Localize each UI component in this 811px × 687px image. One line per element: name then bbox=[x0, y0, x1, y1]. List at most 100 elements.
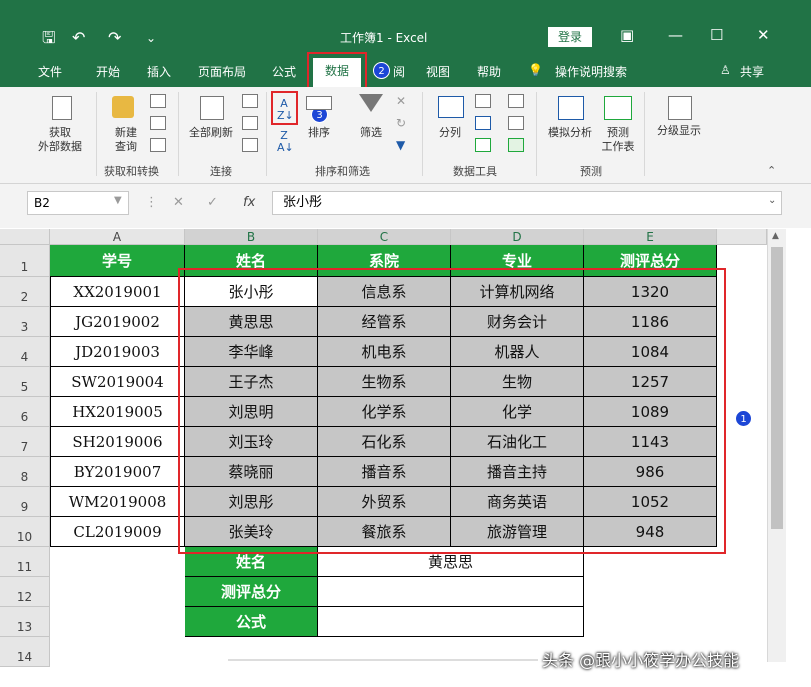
collapse-ribbon-icon[interactable]: ⌃ bbox=[767, 164, 776, 177]
cell-student-id[interactable]: CL2019009 bbox=[50, 517, 185, 547]
tell-me-search[interactable]: 操作说明搜索 bbox=[555, 63, 627, 80]
restore-button[interactable]: ☐ bbox=[710, 26, 723, 44]
tab-file[interactable]: 文件 bbox=[38, 63, 62, 80]
column-header-a[interactable]: A bbox=[50, 229, 185, 245]
new-query-button[interactable]: 新建 查询 bbox=[104, 126, 148, 154]
row-header-11[interactable]: 11 bbox=[0, 547, 50, 577]
row-header-7[interactable]: 7 bbox=[0, 427, 50, 457]
row-header-1[interactable]: 1 bbox=[0, 245, 50, 277]
vertical-scrollbar[interactable]: ▲ bbox=[767, 229, 786, 662]
lookup-value-cell[interactable] bbox=[318, 577, 584, 607]
row-header-3[interactable]: 3 bbox=[0, 307, 50, 337]
row-number: 7 bbox=[20, 440, 29, 454]
header-cell-student-id[interactable]: 学号 bbox=[50, 245, 185, 277]
advanced-filter-icon[interactable]: ▼ bbox=[396, 138, 405, 152]
cell-student-id[interactable]: JD2019003 bbox=[50, 337, 185, 367]
cell-student-id[interactable]: SH2019006 bbox=[50, 427, 185, 457]
title-bar: 🖫 ↶ ↷ ⌄ 工作簿1 - Excel 登录 ▣ — ☐ ✕ bbox=[0, 0, 811, 54]
reapply-filter-icon[interactable]: ↻ bbox=[396, 116, 406, 130]
cell-student-id[interactable]: WM2019008 bbox=[50, 487, 185, 517]
column-header-f[interactable] bbox=[717, 229, 767, 245]
cell-student-id[interactable]: HX2019005 bbox=[50, 397, 185, 427]
row-number: 13 bbox=[16, 620, 33, 634]
consolidate-icon[interactable] bbox=[508, 94, 524, 108]
formula-input[interactable]: 张小彤 bbox=[272, 191, 782, 215]
row-header-4[interactable]: 4 bbox=[0, 337, 50, 367]
customize-quick-access-icon[interactable]: ⌄ bbox=[146, 28, 156, 48]
tab-home[interactable]: 开始 bbox=[96, 63, 120, 80]
lookup-value-cell[interactable] bbox=[318, 607, 584, 637]
watermark: 头条 @跟小小筱学办公技能 bbox=[542, 651, 740, 670]
insert-function-icon[interactable]: fx bbox=[243, 195, 255, 210]
scroll-thumb[interactable] bbox=[771, 247, 783, 529]
connections-icon[interactable] bbox=[242, 94, 258, 108]
forecast-sheet-button[interactable]: 预测 工作表 bbox=[598, 126, 638, 154]
get-external-data-icon bbox=[52, 96, 72, 120]
flash-fill-icon[interactable] bbox=[475, 94, 491, 108]
column-header-c[interactable]: C bbox=[318, 229, 451, 245]
row-header-12[interactable]: 12 bbox=[0, 577, 50, 607]
ribbon-display-options-icon[interactable]: ▣ bbox=[620, 26, 634, 44]
sort-button[interactable]: 排序 bbox=[302, 126, 336, 140]
get-external-data-button[interactable]: 获取 外部数据 bbox=[30, 126, 90, 154]
cell-student-id[interactable]: XX2019001 bbox=[50, 277, 185, 307]
recent-sources-icon[interactable] bbox=[150, 138, 166, 152]
properties-icon[interactable] bbox=[242, 116, 258, 130]
relationships-icon[interactable] bbox=[508, 116, 524, 130]
column-header-b[interactable]: B bbox=[185, 229, 318, 245]
tab-review[interactable]: 阅 bbox=[393, 63, 405, 80]
tab-help[interactable]: 帮助 bbox=[477, 63, 501, 80]
cancel-entry-icon[interactable]: ✕ bbox=[173, 195, 184, 210]
lightbulb-icon: 💡 bbox=[528, 63, 543, 77]
horizontal-scrollbar[interactable] bbox=[228, 659, 538, 661]
row-header-2[interactable]: 2 bbox=[0, 277, 50, 307]
lookup-label-cell[interactable]: 公式 bbox=[185, 607, 318, 637]
row-header-14[interactable]: 14 bbox=[0, 637, 50, 667]
data-validation-icon[interactable] bbox=[475, 138, 491, 152]
from-table-icon[interactable] bbox=[150, 116, 166, 130]
formula-bar-menu-icon: ⋮ bbox=[145, 195, 158, 210]
cell-student-id[interactable]: BY2019007 bbox=[50, 457, 185, 487]
confirm-entry-icon[interactable]: ✓ bbox=[207, 195, 218, 210]
save-icon[interactable]: 🖫 bbox=[42, 28, 56, 48]
tab-formulas[interactable]: 公式 bbox=[272, 63, 296, 80]
what-if-analysis-button[interactable]: 模拟分析 bbox=[542, 126, 598, 140]
text-to-columns-button[interactable]: 分列 bbox=[432, 126, 468, 140]
outline-button[interactable]: 分级显示 bbox=[650, 124, 708, 138]
minimize-button[interactable]: — bbox=[668, 26, 683, 44]
row-header-8[interactable]: 8 bbox=[0, 457, 50, 487]
name-box-dropdown-icon[interactable]: ▼ bbox=[114, 195, 122, 206]
tab-view[interactable]: 视图 bbox=[426, 63, 450, 80]
scroll-up-icon[interactable]: ▲ bbox=[772, 231, 779, 241]
cell-student-id[interactable]: JG2019002 bbox=[50, 307, 185, 337]
show-queries-icon[interactable] bbox=[150, 94, 166, 108]
row-header-10[interactable]: 10 bbox=[0, 517, 50, 547]
row-header-6[interactable]: 6 bbox=[0, 397, 50, 427]
tab-insert[interactable]: 插入 bbox=[147, 63, 171, 80]
row-header-13[interactable]: 13 bbox=[0, 607, 50, 637]
lookup-label-cell[interactable]: 测评总分 bbox=[185, 577, 318, 607]
filter-button[interactable]: 筛选 bbox=[352, 126, 390, 140]
data-model-icon[interactable] bbox=[508, 138, 524, 152]
row-number: 11 bbox=[16, 560, 33, 574]
row-number: 12 bbox=[16, 590, 33, 604]
row-number: 3 bbox=[20, 320, 29, 334]
sort-z-to-a-icon[interactable]: Z A↓ bbox=[277, 130, 294, 154]
close-button[interactable]: ✕ bbox=[757, 26, 770, 44]
row-header-5[interactable]: 5 bbox=[0, 367, 50, 397]
select-all-corner[interactable] bbox=[0, 229, 50, 245]
undo-icon[interactable]: ↶ bbox=[72, 28, 85, 48]
remove-duplicates-icon[interactable] bbox=[475, 116, 491, 130]
edit-links-icon[interactable] bbox=[242, 138, 258, 152]
refresh-all-button[interactable]: 全部刷新 bbox=[184, 126, 238, 140]
login-button[interactable]: 登录 bbox=[548, 27, 592, 47]
redo-icon[interactable]: ↷ bbox=[108, 28, 121, 48]
column-header-d[interactable]: D bbox=[451, 229, 584, 245]
expand-formula-bar-icon[interactable]: ⌄ bbox=[768, 195, 776, 206]
row-header-9[interactable]: 9 bbox=[0, 487, 50, 517]
share-button[interactable]: 共享 bbox=[740, 63, 764, 80]
tab-page-layout[interactable]: 页面布局 bbox=[198, 63, 246, 80]
column-header-e[interactable]: E bbox=[584, 229, 717, 245]
cell-student-id[interactable]: SW2019004 bbox=[50, 367, 185, 397]
clear-filter-icon[interactable]: ✕ bbox=[396, 94, 406, 108]
